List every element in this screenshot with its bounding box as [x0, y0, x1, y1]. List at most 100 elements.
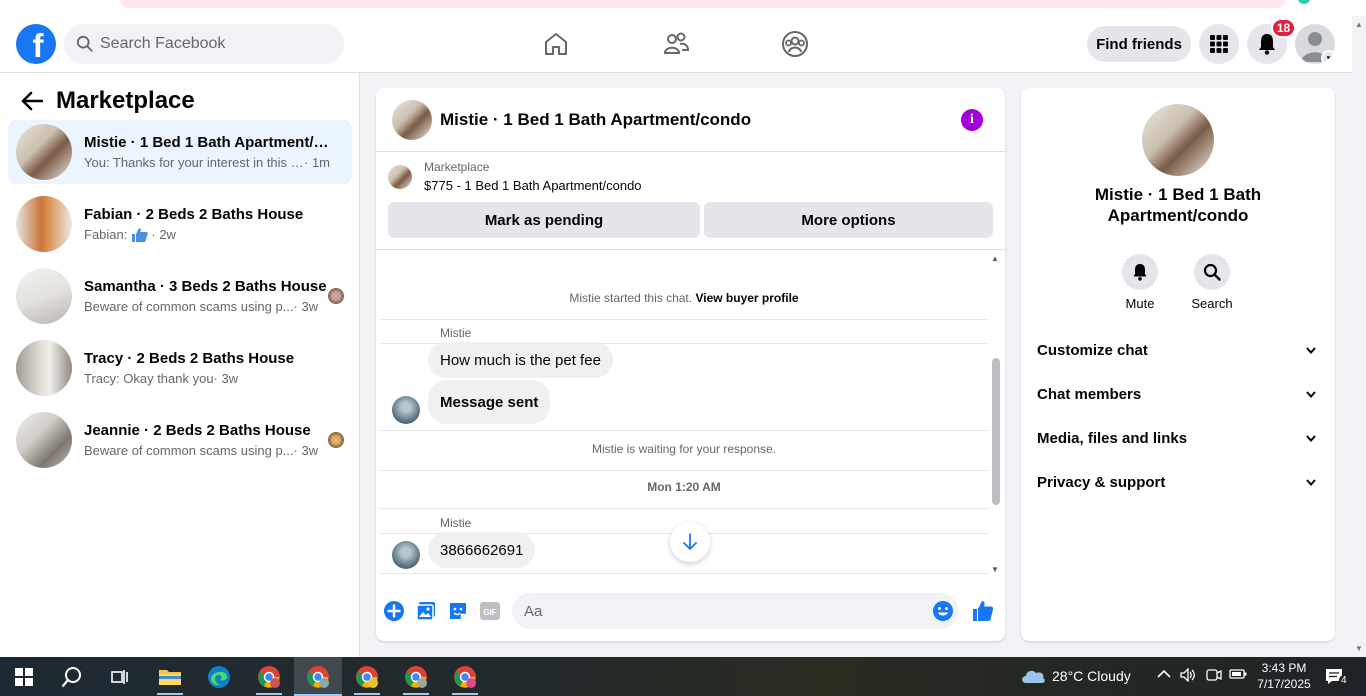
chrome-profile-icon[interactable]	[255, 663, 283, 691]
chrome-profile-icon[interactable]	[402, 663, 430, 691]
chevron-down-icon	[1303, 430, 1319, 446]
gif-icon[interactable]: GIF	[479, 600, 501, 622]
message-bubble[interactable]: How much is the pet fee	[428, 342, 613, 378]
conversation-item[interactable]: Mistie · 1 Bed 1 Bath Apartment/condo Yo…	[8, 120, 352, 184]
search-label: Search	[1191, 296, 1233, 311]
listing-thumbnail	[16, 268, 72, 324]
listing-thumbnail	[16, 340, 72, 396]
chrome-profile-icon[interactable]	[451, 663, 479, 691]
mark-as-pending-button[interactable]: Mark as pending	[388, 202, 700, 238]
conversation-title: Fabian · 2 Beds 2 Baths House	[84, 205, 304, 223]
listing-thumbnail	[392, 99, 432, 140]
edge-browser-icon[interactable]	[205, 663, 233, 691]
conversation-title: Mistie · 1 Bed 1 Bath Apartment/condo	[84, 134, 334, 151]
speaker-icon[interactable]	[1180, 667, 1196, 685]
media-files-links-row[interactable]: Media, files and links	[1029, 416, 1327, 460]
conversation-title: Jeannie · 2 Beds 2 Baths House	[84, 422, 311, 439]
conversation-preview: Beware of common scams using p...	[84, 443, 294, 458]
search-input[interactable]	[100, 35, 320, 53]
chat-started-text: Mistie started this chat.	[569, 291, 693, 305]
friends-icon[interactable]	[660, 28, 692, 60]
notification-count: 4	[1339, 675, 1349, 686]
facebook-logo[interactable]: f	[16, 24, 56, 64]
file-explorer-icon[interactable]	[156, 663, 184, 691]
section-label: Customize chat	[1037, 341, 1148, 359]
photo-icon[interactable]	[415, 600, 437, 622]
listing-source: Marketplace	[424, 160, 490, 174]
chat-title[interactable]: Mistie · 1 Bed 1 Bath Apartment/condo	[440, 110, 751, 130]
participant-avatar	[328, 432, 344, 448]
message-bubble[interactable]: Message sent	[428, 380, 551, 424]
sender-avatar[interactable]	[392, 396, 420, 424]
mute-button[interactable]: Mute	[1110, 254, 1170, 311]
message-bubble[interactable]: 3866662691	[428, 532, 536, 568]
chrome-profile-icon[interactable]	[304, 663, 332, 691]
chevron-down-icon: ▼	[1321, 50, 1335, 64]
groups-icon[interactable]	[779, 28, 811, 60]
scroll-down-arrow[interactable]: ▼	[1355, 644, 1363, 653]
conversation-item[interactable]: Jeannie · 2 Beds 2 Baths House Beware of…	[8, 408, 352, 472]
emoji-icon[interactable]	[932, 600, 954, 622]
view-buyer-profile-link[interactable]: View buyer profile	[695, 291, 798, 305]
plus-icon[interactable]	[383, 600, 405, 622]
sender-avatar[interactable]	[392, 541, 420, 569]
conversation-item[interactable]: Tracy · 2 Beds 2 Baths House Tracy: Okay…	[8, 336, 352, 400]
listing-thumbnail	[16, 196, 72, 252]
more-options-button[interactable]: More options	[704, 202, 993, 238]
battery-icon[interactable]	[1229, 668, 1247, 683]
weather-widget[interactable]: 28°C Cloudy	[1020, 668, 1131, 684]
message-sender: Mistie	[440, 326, 472, 340]
conversation-item[interactable]: Fabian · 2 Beds 2 Baths House Fabian: · …	[8, 192, 352, 256]
thumbs-up-icon	[132, 227, 149, 242]
chat-panel: Mistie · 1 Bed 1 Bath Apartment/condo i …	[376, 88, 1005, 641]
windows-start-icon[interactable]	[10, 663, 38, 691]
search-box[interactable]	[64, 24, 344, 64]
customize-chat-row[interactable]: Customize chat	[1029, 328, 1327, 372]
page-title: Marketplace	[56, 87, 195, 114]
chat-scrollbar[interactable]	[992, 358, 1000, 505]
privacy-support-row[interactable]: Privacy & support	[1029, 460, 1327, 504]
chat-header: Mistie · 1 Bed 1 Bath Apartment/condo i	[376, 88, 1005, 152]
search-conversation-button[interactable]: Search	[1182, 254, 1242, 311]
section-label: Chat members	[1037, 385, 1142, 403]
chat-members-row[interactable]: Chat members	[1029, 372, 1327, 416]
conversation-preview: Fabian:	[84, 227, 128, 242]
scroll-up-arrow[interactable]: ▲	[990, 254, 1000, 264]
message-input[interactable]	[512, 593, 958, 629]
divider	[380, 573, 988, 574]
jump-to-latest-icon[interactable]	[670, 522, 710, 562]
taskbar-clock[interactable]: 3:43 PM 7/17/2025	[1254, 660, 1314, 692]
waiting-notice: Mistie is waiting for your response.	[591, 442, 777, 456]
menu-grid-icon[interactable]	[1199, 24, 1239, 64]
meet-now-icon[interactable]	[1206, 668, 1222, 685]
account-avatar[interactable]: ▼	[1295, 24, 1335, 64]
notifications-badge: 18	[1271, 18, 1296, 38]
listing-thumbnail	[388, 164, 412, 189]
page-scrollbar[interactable]: ▲ ▼	[1352, 16, 1366, 657]
chrome-profile-icon[interactable]	[353, 663, 381, 691]
sticker-icon[interactable]	[447, 600, 469, 622]
section-label: Media, files and links	[1037, 429, 1188, 447]
chat-started-notice: Mistie started this chat. View buyer pro…	[380, 291, 988, 305]
like-icon[interactable]	[972, 600, 994, 622]
action-center-icon[interactable]: 4	[1324, 667, 1349, 690]
home-icon[interactable]	[540, 28, 572, 60]
scroll-up-arrow[interactable]: ▲	[1355, 20, 1363, 29]
listing-detail[interactable]: $775 - 1 Bed 1 Bath Apartment/condo	[424, 178, 642, 193]
info-icon[interactable]: i	[961, 109, 983, 131]
section-label: Privacy & support	[1037, 473, 1166, 491]
divider	[380, 430, 988, 431]
conversation-preview: Tracy: Okay thank you	[84, 371, 214, 386]
scroll-down-arrow[interactable]: ▼	[990, 565, 1000, 575]
find-friends-button[interactable]: Find friends	[1087, 26, 1191, 62]
browser-indicator-dot	[1298, 0, 1310, 4]
task-view-icon[interactable]	[106, 663, 134, 691]
message-timestamp: Mon 1:20 AM	[647, 480, 721, 494]
listing-thumbnail	[1142, 104, 1214, 176]
chevron-up-icon[interactable]	[1157, 668, 1171, 682]
search-icon[interactable]	[58, 663, 86, 691]
details-title: Mistie · 1 Bed 1 Bath Apartment/condo	[1094, 185, 1262, 225]
back-arrow-icon[interactable]	[16, 85, 48, 117]
conversation-item[interactable]: Samantha · 3 Beds 2 Baths House Beware o…	[8, 264, 352, 328]
divider	[380, 470, 988, 471]
